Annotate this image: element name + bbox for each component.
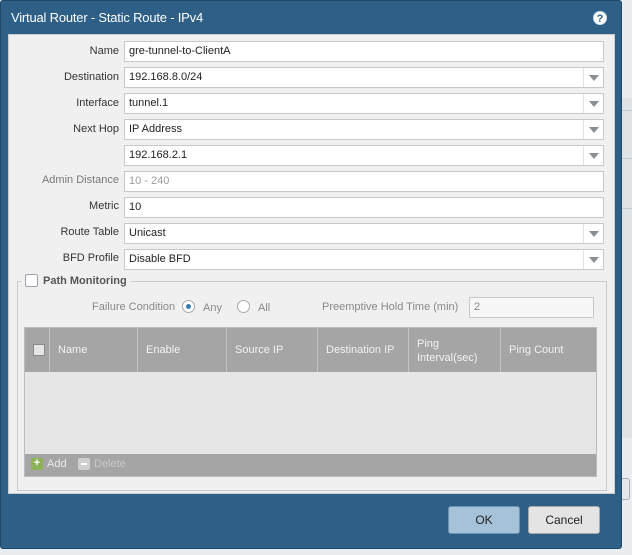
cancel-button[interactable]: Cancel bbox=[528, 506, 600, 534]
bfd-profile-value: Disable BFD bbox=[129, 253, 191, 265]
path-monitoring-table: Name Enable Source IP Destination IP Pin… bbox=[24, 327, 597, 477]
column-ping-interval-label: Ping Interval(sec) bbox=[417, 338, 478, 364]
failure-condition-any-label: Any bbox=[203, 302, 222, 314]
help-icon[interactable]: ? bbox=[593, 11, 607, 25]
next-hop-address-value: 192.168.2.1 bbox=[129, 149, 188, 161]
delete-label: Delete bbox=[94, 458, 126, 470]
admin-distance-label: Admin Distance bbox=[41, 174, 119, 186]
column-enable-label: Enable bbox=[146, 344, 181, 356]
column-ping-count-label: Ping Count bbox=[509, 344, 564, 356]
route-table-select[interactable]: Unicast bbox=[124, 223, 604, 244]
add-label: Add bbox=[47, 458, 67, 470]
column-enable[interactable]: Enable bbox=[138, 328, 227, 372]
interface-select[interactable]: tunnel.1 bbox=[124, 93, 604, 114]
failure-condition-all-label: All bbox=[258, 302, 271, 314]
column-ping-interval[interactable]: Ping Interval(sec) bbox=[409, 328, 501, 372]
bfd-profile-label: BFD Profile bbox=[62, 252, 119, 264]
failure-condition-label: Failure Condition bbox=[92, 301, 176, 313]
ok-button[interactable]: OK bbox=[448, 506, 520, 534]
metric-label: Metric bbox=[89, 200, 119, 212]
column-name-label: Name bbox=[58, 344, 88, 356]
preemptive-hold-time-field[interactable]: 2 bbox=[469, 297, 594, 318]
next-hop-label: Next Hop bbox=[73, 123, 119, 135]
column-name[interactable]: Name bbox=[50, 328, 138, 372]
path-monitoring-label: Path Monitoring bbox=[43, 274, 127, 287]
select-all-column bbox=[25, 328, 50, 372]
destination-label: Destination bbox=[63, 71, 119, 83]
delete-button[interactable]: Delete bbox=[78, 458, 126, 470]
table-header: Name Enable Source IP Destination IP Pin… bbox=[25, 328, 596, 372]
name-label: Name bbox=[89, 45, 119, 57]
select-all-checkbox[interactable] bbox=[33, 344, 45, 356]
column-destination-ip[interactable]: Destination IP bbox=[318, 328, 409, 372]
interface-value: tunnel.1 bbox=[129, 97, 169, 109]
name-field[interactable]: gre-tunnel-to-ClientA bbox=[124, 41, 604, 62]
dialog-body: Name gre-tunnel-to-ClientA Destination 1… bbox=[8, 34, 615, 494]
metric-field[interactable]: 10 bbox=[124, 197, 604, 218]
chevron-down-icon[interactable] bbox=[583, 224, 603, 243]
chevron-down-icon[interactable] bbox=[583, 68, 603, 87]
destination-value: 192.168.8.0/24 bbox=[129, 71, 203, 83]
table-toolbar: + Add Delete bbox=[25, 454, 596, 476]
next-hop-address-select[interactable]: 192.168.2.1 bbox=[124, 145, 604, 166]
column-source-ip-label: Source IP bbox=[235, 344, 284, 356]
chevron-down-icon[interactable] bbox=[583, 146, 603, 165]
column-source-ip[interactable]: Source IP bbox=[227, 328, 318, 372]
static-route-dialog: Virtual Router - Static Route - IPv4 ? N… bbox=[0, 0, 622, 549]
next-hop-type-value: IP Address bbox=[129, 123, 182, 135]
add-button[interactable]: + Add bbox=[31, 458, 67, 470]
dialog-title-bar[interactable]: Virtual Router - Static Route - IPv4 ? bbox=[1, 1, 621, 31]
route-table-label: Route Table bbox=[60, 226, 119, 238]
chevron-down-icon[interactable] bbox=[583, 120, 603, 139]
route-table-value: Unicast bbox=[129, 227, 166, 239]
chevron-down-icon[interactable] bbox=[583, 94, 603, 113]
plus-icon: + bbox=[31, 458, 43, 470]
bfd-profile-select[interactable]: Disable BFD bbox=[124, 249, 604, 270]
next-hop-type-select[interactable]: IP Address bbox=[124, 119, 604, 140]
dialog-title: Virtual Router - Static Route - IPv4 bbox=[11, 10, 203, 25]
preemptive-hold-time-label: Preemptive Hold Time (min) bbox=[322, 301, 459, 313]
chevron-down-icon[interactable] bbox=[583, 250, 603, 269]
minus-icon bbox=[78, 458, 90, 470]
dialog-footer: OK Cancel bbox=[1, 496, 621, 546]
failure-condition-any-radio[interactable] bbox=[182, 300, 195, 313]
path-monitoring-legend[interactable]: Path Monitoring bbox=[21, 274, 131, 287]
interface-label: Interface bbox=[76, 97, 119, 109]
column-destination-ip-label: Destination IP bbox=[326, 344, 395, 356]
failure-condition-all-radio[interactable] bbox=[237, 300, 250, 313]
admin-distance-placeholder: 10 - 240 bbox=[129, 175, 170, 187]
path-monitoring-checkbox[interactable] bbox=[25, 274, 38, 287]
admin-distance-field[interactable]: 10 - 240 bbox=[124, 171, 604, 192]
destination-select[interactable]: 192.168.8.0/24 bbox=[124, 67, 604, 88]
column-ping-count[interactable]: Ping Count bbox=[501, 328, 596, 372]
